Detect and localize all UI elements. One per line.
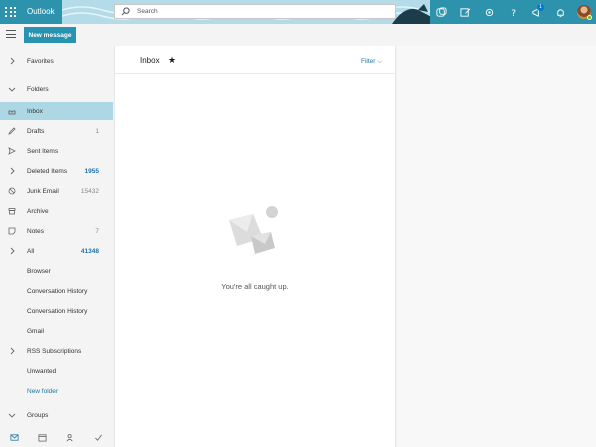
sidebar-item-label: Browser: [27, 267, 51, 275]
sidebar-item-label: RSS Subscriptions: [27, 347, 82, 355]
notification-badge: 1: [537, 4, 544, 11]
svg-text:?: ?: [511, 8, 516, 18]
unread-count: 1: [95, 127, 99, 135]
module-switcher: [0, 427, 113, 447]
hamburger-menu-icon[interactable]: [6, 30, 16, 38]
sidebar-item-label: Junk Email: [27, 187, 59, 195]
message-list: Inbox ★ Filter ⌵ You're all caught up.: [114, 46, 396, 447]
mail-icon[interactable]: [0, 427, 28, 447]
search-input[interactable]: Search: [137, 8, 158, 15]
bell-icon[interactable]: [553, 5, 567, 19]
unread-count: 41348: [80, 247, 99, 255]
page-title: Inbox: [140, 56, 160, 65]
sidebar-item-label: Conversation History: [27, 287, 88, 295]
chevron-right-icon[interactable]: [7, 247, 16, 256]
sidebar-item-label: Drafts: [27, 127, 45, 135]
skype-icon[interactable]: [434, 5, 448, 19]
sidebar-item-sent-items[interactable]: Sent Items: [0, 142, 113, 160]
sidebar-item-junk-email[interactable]: Junk Email 15432: [0, 182, 113, 200]
pencil-icon: [7, 127, 16, 136]
sidebar-item-conversation-history[interactable]: Conversation History: [0, 302, 113, 320]
filter-label: Filter: [361, 58, 376, 65]
sidebar-item-gmail[interactable]: Gmail: [0, 322, 113, 340]
chevron-right-icon[interactable]: [7, 57, 16, 66]
sidebar-item-browser[interactable]: Browser: [0, 262, 113, 280]
chevron-down-icon[interactable]: [7, 85, 16, 94]
sidebar-item-label: All: [27, 247, 35, 255]
sidebar: Favorites Folders Inbox Drafts 1 Sent It…: [0, 47, 113, 427]
folders-header[interactable]: Folders: [0, 80, 113, 98]
new-folder-link[interactable]: New folder: [0, 382, 113, 400]
sidebar-item-drafts[interactable]: Drafts 1: [0, 122, 113, 140]
compose-icon[interactable]: [458, 5, 472, 19]
chevron-down-icon[interactable]: [7, 411, 16, 420]
calendar-icon[interactable]: [28, 427, 56, 447]
tasks-icon[interactable]: [84, 427, 112, 447]
search-icon: [121, 7, 130, 16]
sidebar-item-inbox[interactable]: Inbox: [0, 102, 113, 120]
sidebar-item-notes[interactable]: Notes 7: [0, 222, 113, 240]
presence-status-icon: [587, 15, 592, 20]
help-icon[interactable]: ?: [506, 5, 520, 19]
sidebar-item-deleted-items[interactable]: Deleted Items 1955: [0, 162, 113, 180]
sidebar-item-unwanted[interactable]: Unwanted: [0, 362, 113, 380]
filter-button[interactable]: Filter ⌵: [361, 58, 382, 66]
groups-label: Groups: [27, 411, 49, 419]
sidebar-item-conversation-history[interactable]: Conversation History: [0, 282, 113, 300]
block-icon: [7, 187, 16, 196]
favorites-label: Favorites: [27, 57, 54, 65]
favorite-star-icon[interactable]: ★: [168, 55, 176, 66]
chevron-right-icon[interactable]: [7, 167, 16, 176]
app-header: Outlook: [0, 0, 62, 24]
sidebar-item-archive[interactable]: Archive: [0, 202, 113, 220]
sidebar-item-all[interactable]: All 41348: [0, 242, 113, 260]
top-bar: Outlook Search ? 1: [0, 0, 596, 24]
sidebar-item-rss-subscriptions[interactable]: RSS Subscriptions: [0, 342, 113, 360]
sidebar-item-label: Deleted Items: [27, 167, 68, 175]
inbox-icon: [7, 107, 16, 116]
sidebar-item-label: Unwanted: [27, 367, 57, 375]
people-icon[interactable]: [56, 427, 84, 447]
unread-count: 15432: [80, 187, 99, 195]
app-launcher-icon[interactable]: [3, 5, 17, 19]
groups-header[interactable]: Groups: [0, 406, 113, 424]
note-icon: [7, 227, 16, 236]
search-box[interactable]: Search: [114, 4, 396, 19]
new-folder-label: New folder: [27, 387, 59, 395]
unread-count: 7: [95, 227, 99, 235]
sidebar-item-label: Archive: [27, 207, 49, 215]
empty-state-message: You're all caught up.: [221, 282, 289, 291]
gear-icon[interactable]: [482, 5, 496, 19]
archive-icon: [7, 207, 16, 216]
new-message-button[interactable]: New message: [24, 27, 76, 43]
message-list-header: Inbox ★ Filter ⌵: [115, 46, 395, 74]
reading-pane: [397, 46, 596, 447]
sidebar-item-label: Gmail: [27, 327, 44, 335]
chevron-down-icon: ⌵: [377, 58, 383, 65]
chevron-right-icon[interactable]: [7, 347, 16, 356]
unread-count: 1955: [84, 167, 99, 175]
sidebar-item-label: Notes: [27, 227, 44, 235]
favorites-header[interactable]: Favorites: [0, 52, 113, 70]
empty-inbox-illustration: [229, 204, 280, 254]
sidebar-item-label: Sent Items: [27, 147, 59, 155]
sidebar-item-label: Conversation History: [27, 307, 88, 315]
app-name[interactable]: Outlook: [27, 7, 55, 16]
folders-label: Folders: [27, 85, 49, 93]
send-icon: [7, 147, 16, 156]
sidebar-item-label: Inbox: [27, 107, 43, 115]
